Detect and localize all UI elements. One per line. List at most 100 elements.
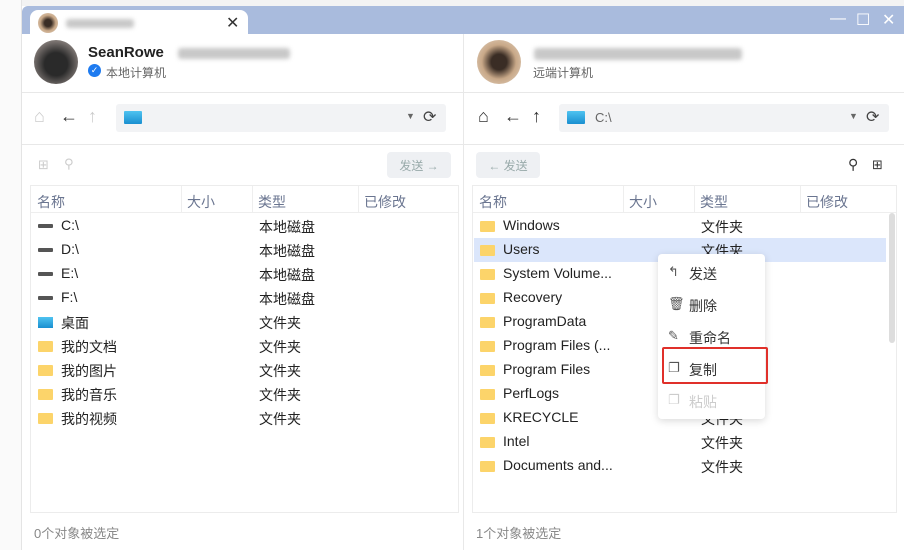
folder-icon (38, 389, 53, 400)
folder-icon (480, 341, 495, 352)
remote-label: 远端计算机 (533, 66, 594, 80)
home-icon[interactable]: ⌂ (478, 106, 489, 127)
remote-avatar (477, 40, 521, 84)
dropdown-icon[interactable]: ▼ (406, 111, 415, 121)
dropdown-icon[interactable]: ▼ (849, 111, 858, 121)
table-row[interactable]: 我的音乐 文件夹 (32, 382, 457, 406)
folder-icon (38, 365, 53, 376)
folder-icon (480, 221, 495, 232)
header-divider (31, 212, 458, 213)
send-to-remote-button[interactable]: 发送 → (387, 152, 451, 178)
close-window-button[interactable]: ✕ (882, 10, 895, 30)
search-icon[interactable]: ⚲ (64, 156, 74, 172)
folder-icon (480, 437, 495, 448)
column-header[interactable]: 大小 (187, 192, 215, 212)
table-row[interactable]: 我的图片 文件夹 (32, 358, 457, 382)
table-row[interactable]: F:\ 本地磁盘 (32, 286, 457, 310)
minimize-button[interactable]: — (830, 10, 846, 28)
menu-item-label: 重命名 (689, 330, 731, 346)
paste-icon: ❐ (668, 392, 680, 407)
remote-address-bar[interactable]: C:\ ▼ ⟳ (559, 104, 889, 132)
local-address-bar[interactable]: ▼ ⟳ (116, 104, 446, 132)
column-header[interactable]: 类型 (700, 192, 728, 212)
drive-icon (38, 224, 53, 228)
remote-status: 1个对象被选定 (476, 526, 562, 541)
file-type: 文件夹 (259, 315, 301, 331)
background-window (0, 0, 22, 550)
menu-item-trash[interactable]: 🗑 删除 (658, 291, 765, 319)
file-name: F:\ (61, 289, 78, 305)
back-icon[interactable]: ← (60, 106, 78, 127)
column-header[interactable]: 大小 (629, 192, 657, 212)
up-icon[interactable]: ↑ (532, 106, 541, 127)
tab-close-icon[interactable]: ✕ (226, 13, 239, 33)
file-name: D:\ (61, 241, 79, 257)
file-name: Intel (503, 433, 530, 449)
table-row[interactable]: Windows 文件夹 (474, 214, 895, 238)
new-folder-icon[interactable]: ⊞ (872, 157, 883, 173)
table-row[interactable]: D:\ 本地磁盘 (32, 238, 457, 262)
table-row[interactable]: C:\ 本地磁盘 (32, 214, 457, 238)
column-divider (358, 186, 359, 212)
folder-icon (480, 293, 495, 304)
menu-item-paste: ❐ 粘贴 (658, 387, 765, 415)
folder-icon (38, 413, 53, 424)
local-avatar (34, 40, 78, 84)
table-row[interactable]: Documents and... 文件夹 (474, 454, 895, 478)
column-header[interactable]: 已修改 (364, 192, 406, 212)
menu-item-send[interactable]: ↰ 发送 (658, 259, 765, 287)
session-tab[interactable]: ✕ (30, 10, 248, 38)
new-folder-icon[interactable]: ⊞ (38, 157, 49, 173)
local-status: 0个对象被选定 (34, 526, 120, 541)
table-row[interactable]: E:\ 本地磁盘 (32, 262, 457, 286)
trash-icon: 🗑 (668, 296, 685, 311)
local-id-redacted (178, 48, 290, 59)
table-row[interactable]: 我的文档 文件夹 (32, 334, 457, 358)
file-name: Users (503, 241, 540, 257)
column-header[interactable]: 名称 (37, 192, 65, 212)
folder-icon (480, 389, 495, 400)
file-type: 文件夹 (259, 387, 301, 403)
file-type: 文件夹 (259, 363, 301, 379)
column-divider (694, 186, 695, 212)
file-name: 我的视频 (61, 411, 117, 427)
folder-icon (480, 317, 495, 328)
file-type: 文件夹 (259, 411, 301, 427)
column-header[interactable]: 名称 (479, 192, 507, 212)
file-name: KRECYCLE (503, 409, 579, 425)
table-row[interactable]: 桌面 文件夹 (32, 310, 457, 334)
file-name: 我的音乐 (61, 387, 117, 403)
file-name: Documents and... (503, 457, 613, 473)
drive-icon (38, 272, 53, 276)
back-icon[interactable]: ← (504, 106, 522, 127)
table-row[interactable]: 我的视频 文件夹 (32, 406, 457, 430)
refresh-icon[interactable]: ⟳ (423, 107, 436, 127)
local-label: 本地计算机 (106, 66, 167, 80)
verified-icon: ✓ (88, 64, 101, 77)
drive-icon (38, 296, 53, 300)
column-header[interactable]: 已修改 (806, 192, 848, 212)
file-name: Program Files (... (503, 337, 611, 353)
copy-highlight-box (662, 347, 768, 384)
maximize-button[interactable]: ☐ (856, 10, 870, 30)
file-name: Windows (503, 217, 560, 233)
local-username: SeanRowe (88, 44, 164, 61)
refresh-icon[interactable]: ⟳ (866, 107, 879, 127)
home-icon[interactable]: ⌂ (34, 106, 45, 127)
remote-id-redacted (534, 48, 742, 60)
drive-icon (38, 248, 53, 252)
rename-icon: ✎ (668, 328, 679, 343)
up-icon[interactable]: ↑ (88, 106, 97, 127)
desktop-icon (38, 317, 53, 328)
send-to-local-button[interactable]: ← 发送 (476, 152, 540, 178)
table-row[interactable]: Intel 文件夹 (474, 430, 895, 454)
column-header[interactable]: 类型 (258, 192, 286, 212)
folder-icon (38, 341, 53, 352)
column-divider (800, 186, 801, 212)
menu-item-label: 发送 (689, 266, 717, 282)
file-name: System Volume... (503, 265, 612, 281)
remote-path: C:\ (595, 110, 612, 125)
context-menu: ↰ 发送 🗑 删除 ✎ 重命名 ❐ 复制 ❐ 粘贴 (658, 254, 765, 419)
menu-item-label: 粘贴 (689, 394, 717, 410)
search-icon[interactable]: ⚲ (848, 156, 858, 173)
